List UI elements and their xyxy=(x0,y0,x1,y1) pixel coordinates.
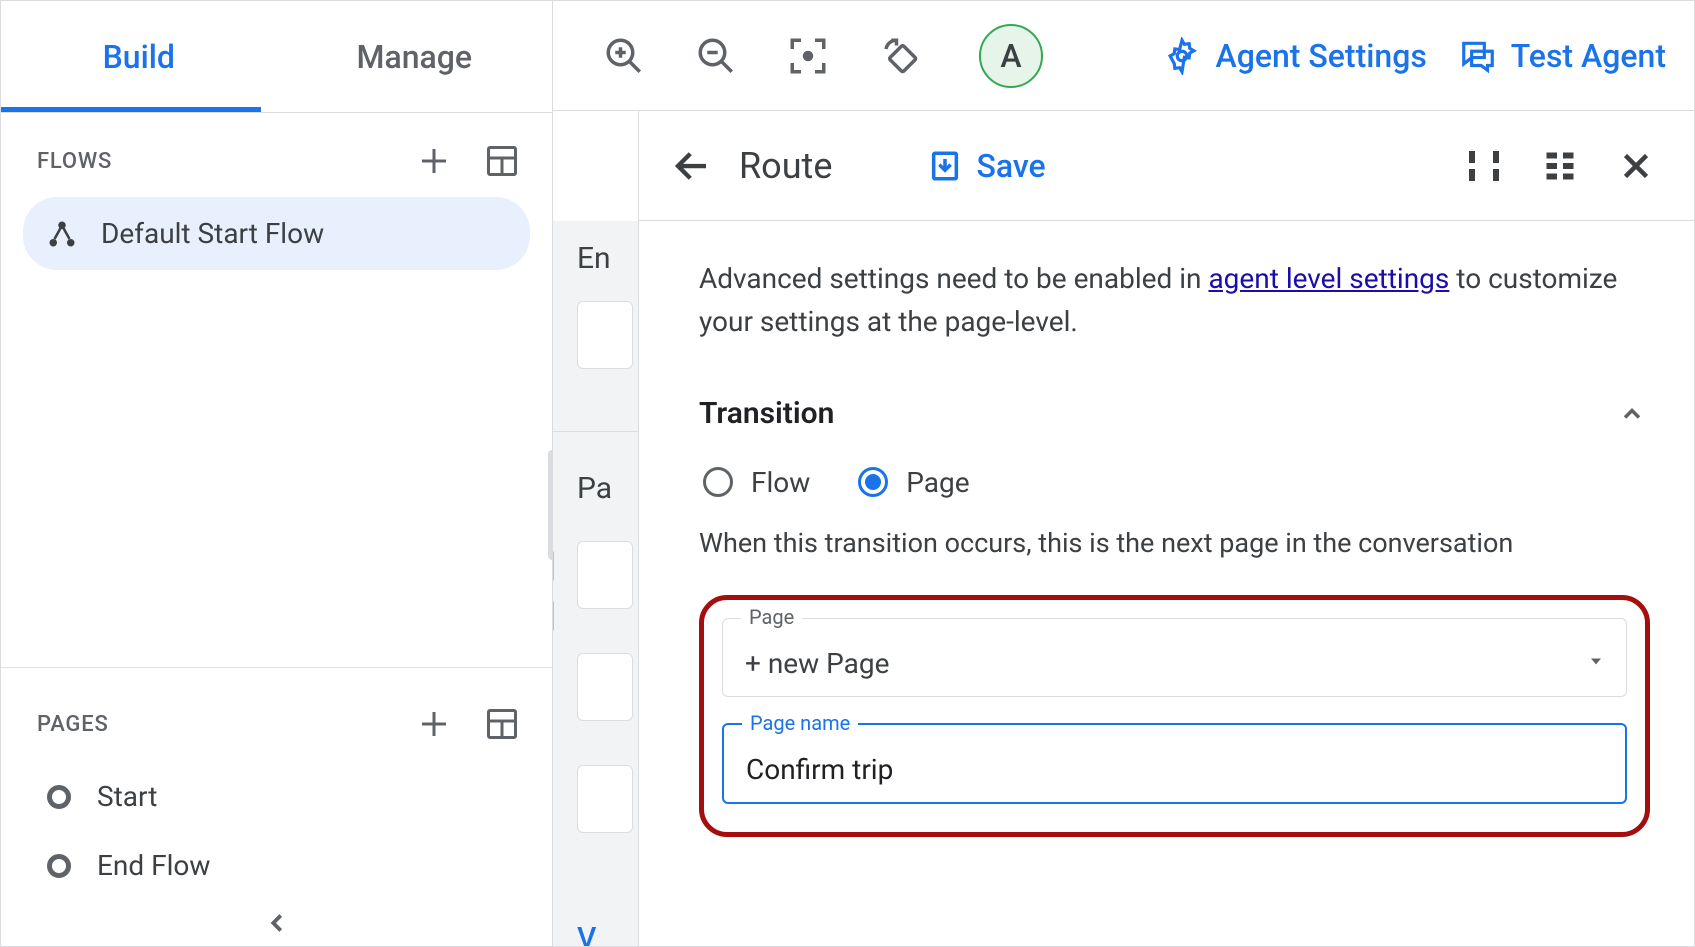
page-select-field[interactable]: Page + new Page xyxy=(722,618,1627,697)
zoom-out-button[interactable] xyxy=(691,31,741,81)
transition-section-title: Transition xyxy=(699,396,834,431)
radio-page[interactable]: Page xyxy=(858,466,969,499)
flows-section: FLOWS Default Start Flow xyxy=(1,113,552,270)
canvas-node[interactable] xyxy=(577,653,633,721)
gear-icon xyxy=(1163,37,1201,75)
fit-view-button[interactable] xyxy=(783,31,833,81)
page-name-field[interactable]: Page name xyxy=(722,723,1627,804)
panel-header: Route Save xyxy=(639,111,1694,221)
flow-item-label: Default Start Flow xyxy=(101,217,324,250)
toolbar: A Agent Settings Test Agent xyxy=(553,1,1694,111)
page-select-value: + new Page xyxy=(745,647,889,680)
flows-title: FLOWS xyxy=(37,149,112,174)
page-bullet-icon xyxy=(47,785,71,809)
save-button[interactable]: Save xyxy=(928,147,1045,185)
radio-flow-label: Flow xyxy=(751,466,810,499)
flow-item-default-start[interactable]: Default Start Flow xyxy=(23,197,530,270)
page-item-end-flow[interactable]: End Flow xyxy=(37,831,522,900)
tab-manage[interactable]: Manage xyxy=(277,1,553,112)
zoom-in-button[interactable] xyxy=(599,31,649,81)
agent-level-settings-link[interactable]: agent level settings xyxy=(1208,262,1449,295)
tab-build[interactable]: Build xyxy=(1,1,277,112)
page-select-label: Page xyxy=(741,605,802,629)
test-agent-button[interactable]: Test Agent xyxy=(1459,37,1666,75)
page-item-label: Start xyxy=(97,780,157,813)
flows-grid-button[interactable] xyxy=(482,141,522,181)
canvas-label: En xyxy=(577,241,611,276)
avatar[interactable]: A xyxy=(979,24,1043,88)
sidebar-divider xyxy=(1,306,552,668)
canvas-node[interactable] xyxy=(577,765,633,833)
sidebar-collapse-button[interactable] xyxy=(1,900,552,946)
expand-button[interactable] xyxy=(1464,146,1504,186)
page-item-label: End Flow xyxy=(97,849,210,882)
add-flow-button[interactable] xyxy=(414,141,454,181)
pages-section: PAGES Start xyxy=(1,668,552,900)
test-agent-label: Test Agent xyxy=(1511,37,1666,75)
highlighted-region: Page + new Page Page name xyxy=(699,595,1650,837)
page-name-input[interactable] xyxy=(746,753,1605,786)
sidebar: Build Manage FLOWS xyxy=(1,1,553,946)
advanced-settings-notice: Advanced settings need to be enabled in … xyxy=(699,257,1650,344)
radio-flow[interactable]: Flow xyxy=(703,466,810,499)
chat-icon xyxy=(1459,37,1497,75)
pages-title: PAGES xyxy=(37,712,109,737)
dropdown-caret-icon xyxy=(1586,651,1606,675)
radio-page-label: Page xyxy=(906,466,969,499)
minimize-button[interactable] xyxy=(1540,146,1580,186)
pages-grid-button[interactable] xyxy=(482,704,522,744)
back-button[interactable] xyxy=(669,143,715,189)
save-icon xyxy=(928,149,962,183)
reset-rotation-button[interactable] xyxy=(875,31,925,81)
close-button[interactable] xyxy=(1616,146,1656,186)
canvas-node[interactable] xyxy=(577,301,633,369)
canvas-preview: En Pa V xyxy=(553,111,639,946)
page-bullet-icon xyxy=(47,854,71,878)
panel-resize-handle[interactable] xyxy=(553,551,557,631)
page-name-label: Page name xyxy=(742,711,858,735)
panel-title: Route xyxy=(739,145,832,187)
save-label: Save xyxy=(976,147,1045,185)
agent-settings-label: Agent Settings xyxy=(1215,37,1426,75)
route-panel: Route Save xyxy=(639,111,1694,946)
transition-description: When this transition occurs, this is the… xyxy=(699,527,1650,559)
canvas-label: Pa xyxy=(577,471,612,506)
collapse-transition-button[interactable] xyxy=(1614,396,1650,432)
page-item-start[interactable]: Start xyxy=(37,762,522,831)
flow-icon xyxy=(47,219,77,249)
agent-settings-button[interactable]: Agent Settings xyxy=(1163,37,1426,75)
sidebar-tabs: Build Manage xyxy=(1,1,552,113)
transition-type-radio-group: Flow Page xyxy=(699,466,1650,499)
add-page-button[interactable] xyxy=(414,704,454,744)
canvas-view-link[interactable]: V xyxy=(577,921,596,946)
canvas-node[interactable] xyxy=(577,541,633,609)
